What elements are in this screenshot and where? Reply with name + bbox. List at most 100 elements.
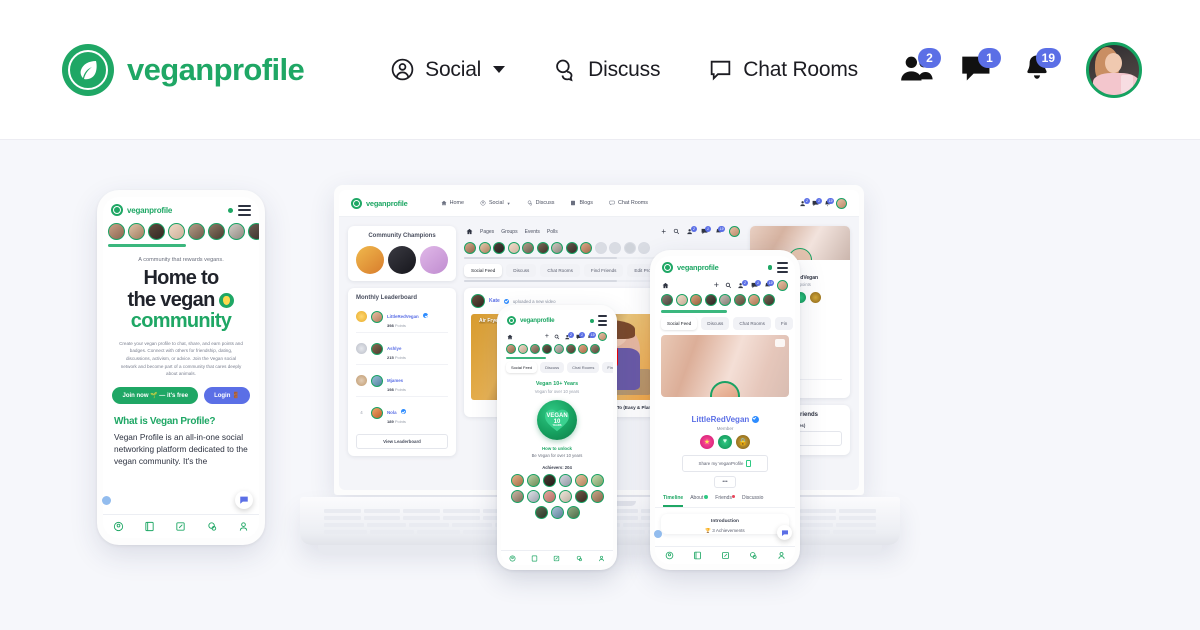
friends-icon[interactable]: 2 (800, 197, 810, 207)
join-now-button[interactable]: Join now 🌱 — it's free (112, 386, 199, 404)
profile-icon[interactable] (113, 521, 124, 532)
messages-icon[interactable]: 1 (812, 197, 822, 207)
profile-icon[interactable] (665, 551, 674, 560)
hamburger-menu-icon[interactable] (777, 262, 788, 273)
lock-badge-icon[interactable] (809, 292, 821, 303)
avatar[interactable] (710, 380, 740, 397)
star-badge-icon[interactable]: ★ (700, 434, 714, 449)
avatar[interactable] (836, 197, 847, 209)
chevron-down-icon[interactable] (493, 66, 506, 73)
nav-item-chat-rooms[interactable]: Chat Rooms (609, 200, 648, 206)
story-avatars-row[interactable] (655, 294, 795, 306)
profile-icon[interactable] (509, 555, 516, 562)
avatar[interactable] (729, 226, 740, 237)
achiever-avatar[interactable] (590, 474, 604, 487)
tab-friends[interactable]: Friends (715, 494, 735, 507)
hamburger-menu-icon[interactable] (238, 204, 251, 216)
search-icon[interactable] (554, 334, 560, 340)
story-avatar[interactable] (506, 344, 516, 354)
story-avatar[interactable] (762, 294, 775, 306)
accessibility-icon[interactable] (102, 496, 111, 505)
story-avatar[interactable] (530, 344, 540, 354)
hamburger-menu-icon[interactable] (598, 315, 607, 326)
brand-logo-mini[interactable]: veganprofile (351, 197, 408, 209)
champion-avatar[interactable] (420, 246, 448, 274)
avatar[interactable] (371, 374, 383, 387)
achiever-avatar[interactable] (558, 490, 572, 503)
profile-name[interactable]: LittleRedVegan (655, 415, 795, 424)
subnav-polls[interactable]: Polls (547, 229, 558, 235)
friends-icon[interactable]: 2 (565, 331, 574, 340)
tab-social-feed[interactable]: Social Feed (464, 264, 503, 277)
story-avatar[interactable] (748, 294, 760, 306)
story-avatar[interactable] (590, 344, 600, 354)
tab-discuss[interactable]: Discuss (701, 316, 730, 330)
cover-photo[interactable] (661, 334, 789, 397)
subnav-events[interactable]: Events (525, 229, 540, 235)
achiever-avatar[interactable] (534, 506, 548, 519)
bell-icon[interactable]: 19 (715, 226, 725, 235)
story-avatar[interactable] (208, 223, 225, 240)
add-button[interactable]: + (714, 281, 719, 290)
achiever-avatar[interactable] (526, 474, 540, 487)
story-avatar[interactable] (248, 223, 259, 240)
story-avatar[interactable] (566, 344, 576, 354)
story-avatar[interactable] (565, 242, 578, 254)
post-author[interactable]: Kate (489, 298, 500, 304)
achiever-avatar[interactable] (574, 474, 588, 487)
view-leaderboard-button[interactable]: View Leaderboard (356, 434, 448, 449)
story-avatar[interactable] (478, 242, 491, 254)
discuss-icon[interactable] (749, 551, 758, 560)
bell-icon[interactable]: 19 (587, 331, 596, 340)
messages-icon[interactable]: 1 (576, 331, 585, 340)
story-avatars-row[interactable] (103, 221, 259, 240)
brand-logo-mini[interactable]: veganprofile (507, 316, 555, 325)
story-avatar[interactable] (690, 294, 702, 306)
story-avatar[interactable] (542, 344, 552, 354)
discuss-icon[interactable] (207, 521, 218, 532)
bell-icon[interactable]: 19 (764, 280, 774, 289)
bell-icon[interactable]: 19 (824, 197, 834, 207)
brand-logo-mini[interactable]: veganprofile (662, 262, 719, 273)
accessibility-icon[interactable] (654, 530, 662, 538)
camera-icon[interactable] (775, 338, 785, 347)
chevron-down-icon[interactable]: ▼ (507, 201, 511, 206)
account-icon[interactable] (598, 555, 605, 562)
avatar[interactable] (1086, 41, 1142, 98)
home-icon[interactable] (662, 282, 669, 289)
messages-icon[interactable]: 1 (960, 47, 1001, 87)
story-avatar[interactable] (148, 223, 165, 240)
story-avatar[interactable] (493, 242, 505, 254)
story-avatar[interactable] (128, 223, 145, 240)
leaderboard-row[interactable]: LittleRedVegan 398 Points (356, 301, 448, 333)
bell-icon[interactable]: 19 (1020, 47, 1061, 87)
story-avatar[interactable] (623, 242, 636, 254)
story-avatar[interactable] (609, 242, 621, 254)
story-avatar[interactable] (733, 294, 746, 306)
nav-item-chat-rooms[interactable]: Chat Rooms (708, 57, 858, 82)
account-icon[interactable] (238, 521, 249, 532)
champion-avatar[interactable] (388, 246, 416, 274)
story-avatar[interactable] (638, 242, 650, 254)
avatar[interactable] (371, 406, 383, 419)
tab-timeline[interactable]: Timeline (663, 495, 684, 507)
story-avatar[interactable] (704, 294, 717, 306)
nav-item-discuss[interactable]: Discuss (527, 200, 554, 206)
compose-icon[interactable] (553, 555, 560, 562)
achiever-avatar[interactable] (566, 506, 580, 519)
tab-chat-rooms[interactable]: Chat Rooms (567, 362, 600, 373)
nav-item-blogs[interactable]: Blogs (570, 200, 593, 206)
add-button[interactable]: + (661, 227, 666, 236)
story-avatar[interactable] (188, 223, 205, 240)
achiever-avatar[interactable] (542, 490, 556, 503)
nav-item-discuss[interactable]: Discuss (553, 57, 660, 82)
blogs-icon[interactable] (144, 521, 155, 532)
chat-widget-button[interactable] (235, 491, 253, 509)
story-avatar[interactable] (554, 344, 564, 354)
discuss-icon[interactable] (576, 555, 583, 562)
achiever-avatar[interactable] (590, 490, 604, 503)
tab-discuss[interactable]: Discuss (540, 362, 565, 373)
search-icon[interactable] (725, 282, 732, 289)
story-avatars-row[interactable] (501, 344, 613, 354)
tab-discussions[interactable]: Discussio (742, 495, 763, 507)
